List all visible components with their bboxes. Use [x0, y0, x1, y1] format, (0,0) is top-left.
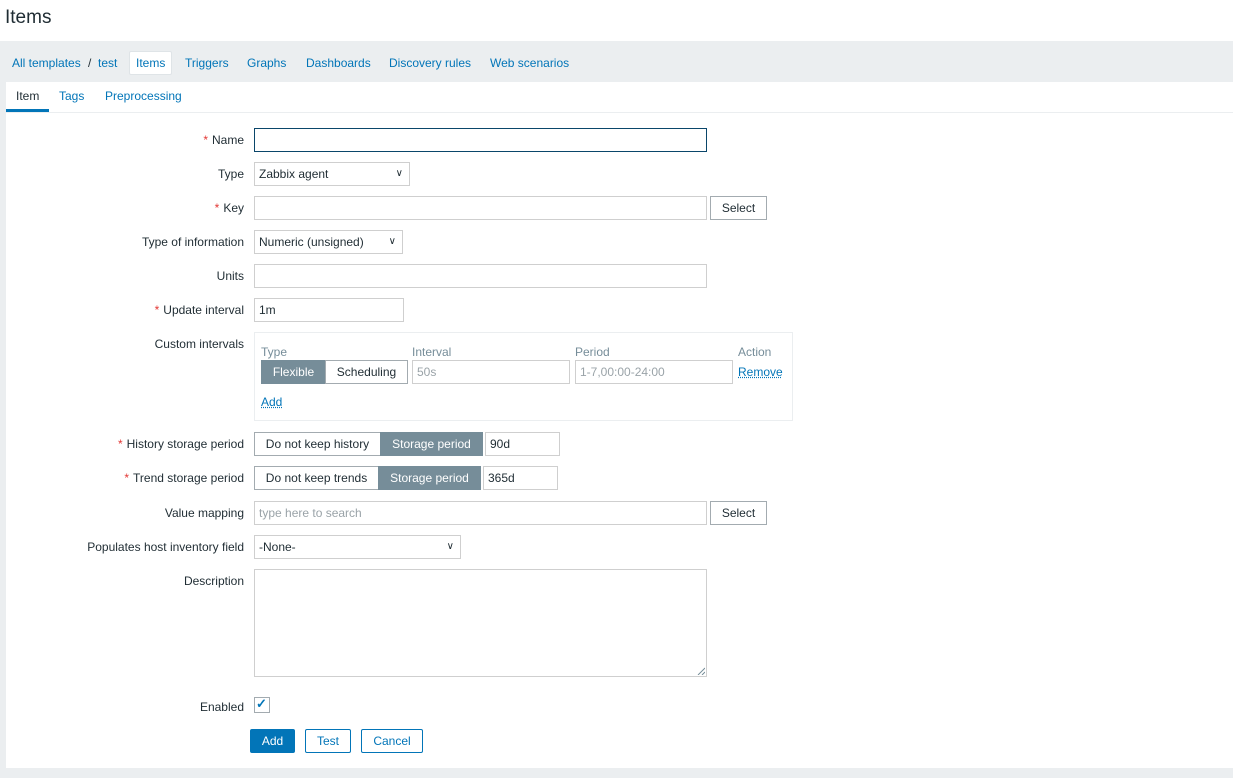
- tab-tags[interactable]: Tags: [59, 89, 84, 103]
- history-storage-label: * History storage period: [117, 437, 244, 451]
- page-title: Items: [5, 7, 52, 28]
- breadcrumb-separator: /: [88, 56, 92, 70]
- breadcrumb: All templates / test Items Triggers Grap…: [0, 42, 1233, 82]
- type-select[interactable]: Zabbix agent ∨: [254, 162, 410, 186]
- required-mark: *: [117, 437, 123, 451]
- trend-do-not-keep-toggle[interactable]: Do not keep trends: [254, 466, 379, 490]
- description-label: Description: [183, 574, 244, 588]
- ci-add-link[interactable]: Add: [261, 395, 282, 409]
- type-select-value: Zabbix agent: [259, 167, 329, 181]
- value-mapping-select-button[interactable]: Select: [710, 501, 767, 525]
- update-interval-input[interactable]: 1m: [254, 298, 404, 322]
- nav-graphs[interactable]: Graphs: [247, 52, 286, 74]
- history-storage-input[interactable]: 90d: [485, 432, 560, 456]
- name-input[interactable]: [254, 128, 707, 152]
- type-of-information-select[interactable]: Numeric (unsigned) ∨: [254, 230, 403, 254]
- value-mapping-placeholder: type here to search: [259, 506, 362, 520]
- custom-intervals-label: Custom intervals: [154, 337, 244, 351]
- ci-interval-input[interactable]: 50s: [412, 360, 570, 384]
- enabled-checkbox[interactable]: ✓: [254, 696, 270, 713]
- item-form-panel: Item Tags Preprocessing * Name Type Zabbi…: [6, 82, 1233, 768]
- custom-intervals-table: Type Interval Period Action Flexible Sch…: [254, 332, 793, 421]
- scheduling-toggle[interactable]: Scheduling: [325, 360, 408, 384]
- ci-period-input[interactable]: 1-7,00:00-24:00: [575, 360, 733, 384]
- ci-header-type: Type: [261, 345, 288, 359]
- ci-header-action: Action: [738, 345, 772, 359]
- trend-storage-period-toggle[interactable]: Storage period: [378, 466, 481, 490]
- ci-header-period: Period: [575, 345, 610, 359]
- history-do-not-keep-toggle[interactable]: Do not keep history: [254, 432, 381, 456]
- update-interval-label: * Update interval: [154, 303, 244, 317]
- key-label: * Key: [214, 201, 244, 215]
- required-mark: *: [214, 201, 220, 215]
- chevron-down-icon: ∨: [446, 541, 454, 552]
- flexible-toggle[interactable]: Flexible: [261, 360, 326, 384]
- breadcrumb-all-templates[interactable]: All templates: [12, 52, 81, 74]
- ci-interval-placeholder: 50s: [417, 365, 437, 379]
- inventory-field-select[interactable]: -None- ∨: [254, 535, 461, 559]
- required-mark: *: [203, 133, 208, 147]
- resize-handle-icon[interactable]: [697, 667, 705, 675]
- chevron-down-icon: ∨: [395, 168, 403, 179]
- tab-item[interactable]: Item: [16, 89, 39, 103]
- inventory-field-value: -None-: [259, 540, 296, 554]
- test-button[interactable]: Test: [305, 729, 351, 753]
- type-of-information-value: Numeric (unsigned): [259, 235, 364, 249]
- name-label: * Name: [203, 133, 244, 147]
- nav-discovery-rules[interactable]: Discovery rules: [389, 52, 471, 74]
- enabled-label: Enabled: [199, 700, 244, 714]
- chevron-down-icon: ∨: [388, 236, 396, 247]
- inventory-field-label: Populates host inventory field: [87, 540, 244, 554]
- required-mark: *: [154, 303, 160, 317]
- add-button[interactable]: Add: [250, 729, 295, 753]
- active-tab-indicator: [6, 109, 49, 112]
- key-input[interactable]: [254, 196, 707, 220]
- cancel-button[interactable]: Cancel: [361, 729, 423, 753]
- nav-web-scenarios[interactable]: Web scenarios: [490, 52, 569, 74]
- trend-storage-input[interactable]: 365d: [483, 466, 558, 490]
- key-select-button[interactable]: Select: [710, 196, 767, 220]
- checkmark-icon: ✓: [256, 696, 267, 711]
- nav-dashboards[interactable]: Dashboards: [306, 52, 371, 74]
- units-label: Units: [216, 269, 244, 283]
- ci-remove-link[interactable]: Remove: [738, 365, 783, 379]
- page-header: Items: [0, 0, 1233, 41]
- nav-items[interactable]: Items: [129, 51, 173, 75]
- tab-preprocessing[interactable]: Preprocessing: [105, 89, 182, 103]
- breadcrumb-template[interactable]: test: [98, 52, 117, 74]
- ci-period-placeholder: 1-7,00:00-24:00: [580, 365, 665, 379]
- ci-header-interval: Interval: [412, 345, 452, 359]
- value-mapping-input[interactable]: type here to search: [254, 501, 707, 525]
- form-tabs: Item Tags Preprocessing: [6, 82, 1233, 113]
- nav-triggers[interactable]: Triggers: [185, 52, 229, 74]
- required-mark: *: [124, 471, 130, 485]
- description-textarea[interactable]: [254, 569, 707, 677]
- type-label: Type: [217, 167, 244, 181]
- units-input[interactable]: [254, 264, 707, 288]
- value-mapping-label: Value mapping: [164, 506, 244, 520]
- history-storage-period-toggle[interactable]: Storage period: [380, 432, 483, 456]
- trend-storage-label: * Trend storage period: [124, 471, 244, 485]
- type-of-information-label: Type of information: [141, 235, 244, 249]
